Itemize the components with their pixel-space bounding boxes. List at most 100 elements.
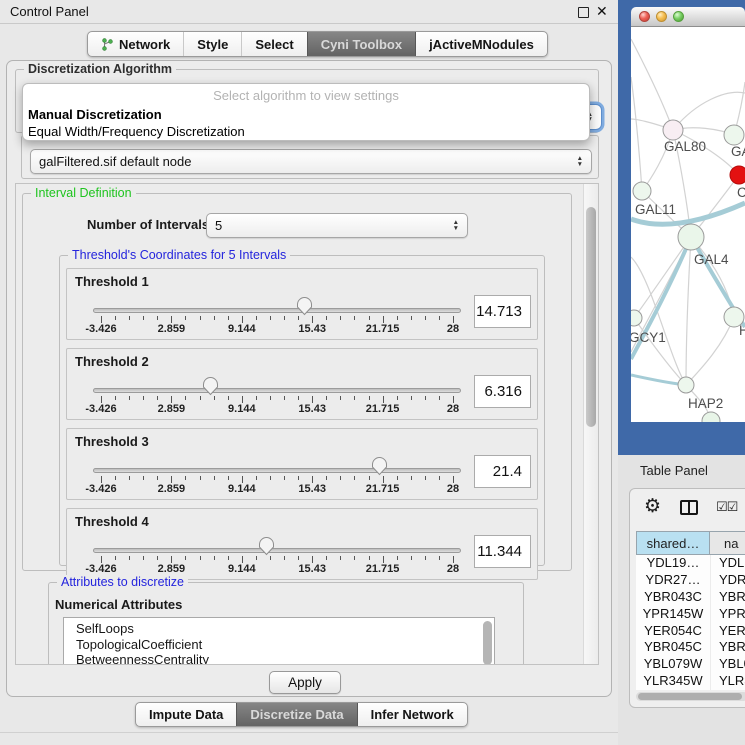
slider-tick: [171, 556, 172, 563]
column-header-name[interactable]: na: [710, 531, 745, 555]
threshold-value-input[interactable]: 14.713: [474, 295, 531, 328]
slider-tick: [200, 316, 201, 320]
network-canvas[interactable]: GAL80GACGAL11GAL4GCY1HHAP2: [631, 27, 745, 422]
slider-tick: [143, 556, 144, 560]
table-panel-title: Table Panel: [640, 463, 708, 478]
threshold-slider-track[interactable]: [93, 468, 461, 473]
number-of-intervals-combo[interactable]: 5 ▲▼: [206, 213, 468, 238]
slider-tick: [354, 556, 355, 560]
slider-tick-label: -3.426: [71, 483, 131, 495]
network-node[interactable]: [724, 125, 744, 145]
network-node[interactable]: [631, 310, 642, 326]
dropdown-option-equal-width-frequency-discretization[interactable]: Equal Width/Frequency Discretization: [23, 123, 589, 140]
slider-tick: [340, 556, 341, 560]
zoom-traffic-light[interactable]: [673, 11, 684, 22]
node-label: H: [739, 323, 745, 338]
slider-tick: [369, 396, 370, 400]
tab-style[interactable]: Style: [183, 32, 241, 56]
slider-tick: [200, 396, 201, 400]
table-hscrollbar-track[interactable]: [636, 692, 745, 701]
threshold-value-input[interactable]: 21.4: [474, 455, 531, 488]
threshold-value-input[interactable]: 11.344: [474, 535, 531, 568]
apply-button[interactable]: Apply: [269, 671, 341, 694]
network-edge: [634, 237, 691, 318]
slider-tick: [354, 316, 355, 320]
slider-tick-label: 9.144: [212, 403, 272, 415]
attribute-item[interactable]: SelfLoops: [64, 621, 494, 637]
dropdown-option-manual-discretization[interactable]: Manual Discretization: [23, 106, 589, 123]
network-node[interactable]: [730, 166, 745, 184]
network-node[interactable]: [678, 224, 704, 250]
table-rows: YDL19…YDL1YDR27…YDR2YBR043CYBR0YPR145WYP…: [636, 555, 745, 690]
network-node[interactable]: [633, 182, 651, 200]
threshold-slider-track[interactable]: [93, 308, 461, 313]
slider-tick: [214, 316, 215, 320]
table-row[interactable]: YDR27…YDR2: [636, 572, 745, 589]
slider-tick: [101, 556, 102, 563]
tab-infer-network[interactable]: Infer Network: [357, 703, 467, 726]
table-hscrollbar-thumb[interactable]: [638, 693, 742, 700]
slider-tick: [101, 476, 102, 483]
slider-tick-label: 21.715: [353, 403, 413, 415]
float-icon[interactable]: [578, 7, 589, 18]
column-header-shared-name[interactable]: shared…: [636, 531, 710, 555]
threshold-slider-thumb[interactable]: [202, 376, 219, 396]
threshold-slider-thumb[interactable]: [371, 456, 388, 476]
panel-scrollbar-track[interactable]: [583, 184, 598, 664]
slider-tick: [425, 556, 426, 560]
table-row[interactable]: YLR345WYLR3: [636, 673, 745, 690]
threshold-panel: Threshold 3-3.4262.8599.14415.4321.71528…: [66, 428, 538, 500]
tab-impute-data[interactable]: Impute Data: [136, 703, 236, 726]
slider-tick: [129, 316, 130, 320]
slider-tick: [411, 316, 412, 320]
network-edge: [631, 77, 642, 191]
table-row[interactable]: YBR043CYBR0: [636, 589, 745, 606]
table-row[interactable]: YER054CYER0: [636, 623, 745, 640]
network-node[interactable]: [702, 412, 720, 422]
slider-tick: [453, 396, 454, 403]
table-row[interactable]: YBR045CYBR0: [636, 639, 745, 656]
network-node[interactable]: [678, 377, 694, 393]
slider-tick: [354, 476, 355, 480]
tab-jactivemnodules[interactable]: jActiveMNodules: [415, 32, 547, 56]
gear-icon[interactable]: ⚙: [644, 497, 661, 517]
tab-discretize-data[interactable]: Discretize Data: [236, 703, 356, 726]
threshold-slider-thumb[interactable]: [258, 536, 275, 556]
slider-tick-label: 9.144: [212, 483, 272, 495]
slider-tick: [200, 556, 201, 560]
slider-tick: [411, 556, 412, 560]
checkbox-icons[interactable]: ☑☑: [716, 499, 737, 515]
columns-icon[interactable]: [680, 500, 698, 515]
panel-scrollbar-thumb[interactable]: [586, 207, 596, 427]
attributes-group: Attributes to discretize Numerical Attri…: [48, 582, 524, 665]
table-row[interactable]: YDL19…YDL1: [636, 555, 745, 572]
close-icon[interactable]: ✕: [596, 3, 608, 20]
network-window: GAL80GACGAL11GAL4GCY1HHAP2: [618, 0, 745, 455]
threshold-value-input[interactable]: 6.316: [474, 375, 531, 408]
node-label: GCY1: [631, 330, 666, 345]
network-edge: [631, 39, 673, 130]
table-row[interactable]: YPR145WYPR1: [636, 606, 745, 623]
network-window-titlebar[interactable]: [631, 7, 745, 27]
slider-tick: [439, 316, 440, 320]
network-node[interactable]: [663, 120, 683, 140]
table-data-combo[interactable]: galFiltered.sif default node ▲▼: [30, 149, 592, 174]
list-scrollbar-thumb[interactable]: [483, 621, 492, 665]
attribute-item[interactable]: TopologicalCoefficient: [64, 637, 494, 653]
table-row[interactable]: YBL079WYBL0: [636, 656, 745, 673]
slider-tick-label: 15.43: [282, 323, 342, 335]
minimize-traffic-light[interactable]: [656, 11, 667, 22]
stepper-icon: ▲▼: [453, 220, 459, 231]
threshold-slider-track[interactable]: [93, 388, 461, 393]
threshold-slider-track[interactable]: [93, 548, 461, 553]
close-traffic-light[interactable]: [639, 11, 650, 22]
attribute-item[interactable]: BetweennessCentrality: [64, 652, 494, 665]
tab-cyni-toolbox[interactable]: Cyni Toolbox: [307, 32, 415, 56]
tab-select[interactable]: Select: [241, 32, 306, 56]
slider-tick: [214, 556, 215, 560]
slider-tick: [242, 556, 243, 563]
threshold-slider-thumb[interactable]: [296, 296, 313, 316]
slider-tick-label: 2.859: [141, 323, 201, 335]
slider-tick-label: 21.715: [353, 563, 413, 575]
tab-network[interactable]: Network: [88, 32, 183, 56]
